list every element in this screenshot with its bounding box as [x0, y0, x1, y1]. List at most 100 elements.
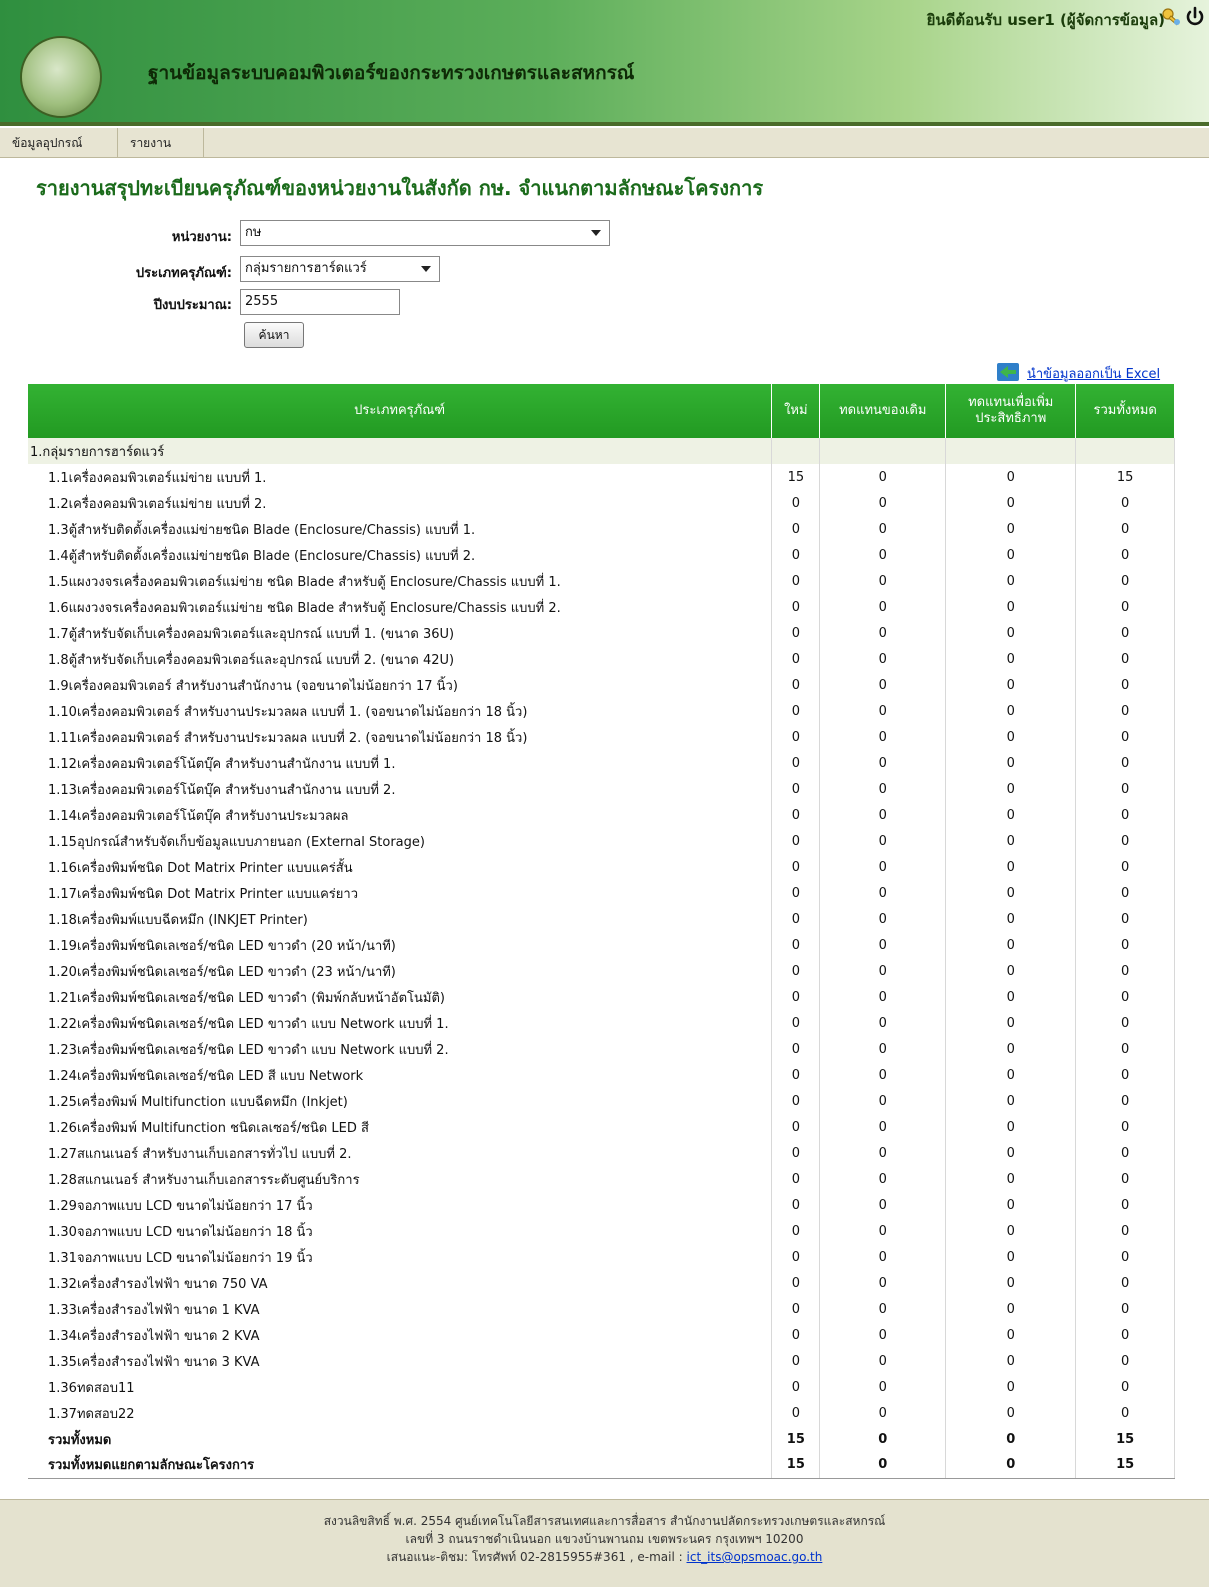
table-row: 1.1เครื่องคอมพิวเตอร์แม่ข่าย แบบที่ 1. 15…: [28, 464, 1175, 490]
total-count-cell: 0: [1075, 1062, 1175, 1088]
table-row: 1.18เครื่องพิมพ์แบบฉีดหมึก (INKJET Print…: [28, 906, 1175, 932]
new-count-cell: 0: [771, 906, 821, 932]
new-count-cell: 0: [771, 828, 821, 854]
efficiency-count-cell: 0: [945, 1192, 1077, 1218]
power-icon[interactable]: [1184, 6, 1206, 28]
excel-export-icon[interactable]: [996, 362, 1022, 382]
new-count-cell: 0: [771, 1244, 821, 1270]
new-count-cell: 0: [771, 1348, 821, 1374]
replace-count-cell: 0: [819, 1062, 947, 1088]
efficiency-count-cell: 0: [945, 620, 1077, 646]
fiscal-year-input[interactable]: 2555: [240, 289, 400, 315]
efficiency-count-cell: 0: [945, 1010, 1077, 1036]
efficiency-count-cell: 0: [945, 594, 1077, 620]
new-count-cell: 0: [771, 1400, 821, 1426]
footer-contact: เสนอแนะ-ติชม: โทรศัพท์ 02-2815955#361 , …: [0, 1548, 1209, 1566]
new-count-cell: 0: [771, 724, 821, 750]
efficiency-count-cell: 0: [945, 880, 1077, 906]
total-count-cell: 15: [1075, 1452, 1175, 1479]
fiscal-year-label: ปีงบประมาณ:: [153, 298, 232, 313]
total-count-cell: 0: [1075, 854, 1175, 880]
table-row: 1.30จอภาพแบบ LCD ขนาดไม่น้อยกว่า 18 นิ้ว…: [28, 1218, 1175, 1244]
replace-count-cell: 0: [819, 1036, 947, 1062]
replace-count-cell: 0: [819, 984, 947, 1010]
efficiency-count-cell: 0: [945, 646, 1077, 672]
table-row: 1.33เครื่องสำรองไฟฟ้า ขนาด 1 KVA 0 0 0 0: [28, 1296, 1175, 1322]
item-name-cell: 1.4ตู้สำหรับติดตั้งเครื่องแม่ข่ายชนิด Bl…: [28, 542, 773, 568]
total-count-cell: 0: [1075, 1348, 1175, 1374]
item-name-cell: 1.28สแกนเนอร์ สำหรับงานเก็บเอกสารระดับศู…: [28, 1166, 773, 1192]
item-name-cell: 1.14เครื่องคอมพิวเตอร์โน้ตบุ๊ค สำหรับงาน…: [28, 802, 773, 828]
item-name-cell: 1.21เครื่องพิมพ์ชนิดเลเซอร์/ชนิด LED ขาว…: [28, 984, 773, 1010]
efficiency-count-cell: 0: [945, 1114, 1077, 1140]
new-count-cell: 0: [771, 698, 821, 724]
replace-count-cell: 0: [819, 1010, 947, 1036]
item-name-cell: 1.26เครื่องพิมพ์ Multifunction ชนิดเลเซอ…: [28, 1114, 773, 1140]
replace-count-cell: 0: [819, 1140, 947, 1166]
table-row: 1.23เครื่องพิมพ์ชนิดเลเซอร์/ชนิด LED ขาว…: [28, 1036, 1175, 1062]
replace-count-cell: 0: [819, 776, 947, 802]
chevron-down-icon: [591, 230, 601, 236]
table-row: 1.12เครื่องคอมพิวเตอร์โน้ตบุ๊ค สำหรับงาน…: [28, 750, 1175, 776]
table-row: 1.34เครื่องสำรองไฟฟ้า ขนาด 2 KVA 0 0 0 0: [28, 1322, 1175, 1348]
main-menu: ข้อมูลอุปกรณ์ รายงาน: [0, 128, 1209, 158]
efficiency-count-cell: 0: [945, 1296, 1077, 1322]
replace-count-cell: 0: [819, 1296, 947, 1322]
new-count-cell: 0: [771, 1374, 821, 1400]
agency-select[interactable]: กษ: [240, 220, 610, 246]
efficiency-count-cell: 0: [945, 932, 1077, 958]
efficiency-count-cell: 0: [945, 1088, 1077, 1114]
menu-item-equipment[interactable]: ข้อมูลอุปกรณ์: [0, 128, 118, 158]
col-header-new: ใหม่: [771, 384, 821, 438]
item-name-cell: 1.5แผงวงจรเครื่องคอมพิวเตอร์แม่ข่าย ชนิด…: [28, 568, 773, 594]
replace-count-cell: 0: [819, 1270, 947, 1296]
equipment-type-select[interactable]: กลุ่มรายการฮาร์ดแวร์: [240, 256, 440, 282]
replace-count-cell: 0: [819, 1322, 947, 1348]
table-row: 1.24เครื่องพิมพ์ชนิดเลเซอร์/ชนิด LED สี …: [28, 1062, 1175, 1088]
menu-item-reports[interactable]: รายงาน: [118, 128, 204, 158]
item-name-cell: 1.25เครื่องพิมพ์ Multifunction แบบฉีดหมึ…: [28, 1088, 773, 1114]
table-row: 1.22เครื่องพิมพ์ชนิดเลเซอร์/ชนิด LED ขาว…: [28, 1010, 1175, 1036]
new-count-cell: 0: [771, 1296, 821, 1322]
item-name-cell: 1.34เครื่องสำรองไฟฟ้า ขนาด 2 KVA: [28, 1322, 773, 1348]
total-count-cell: 15: [1075, 464, 1175, 490]
total-count-cell: 0: [1075, 542, 1175, 568]
efficiency-count-cell: 0: [945, 490, 1077, 516]
total-count-cell: 0: [1075, 1036, 1175, 1062]
total-count-cell: 0: [1075, 1270, 1175, 1296]
site-header: ยินดีต้อนรับ user1 (ผู้จัดการข้อมูล) ฐาน…: [0, 0, 1209, 122]
table-row: 1.16เครื่องพิมพ์ชนิด Dot Matrix Printer …: [28, 854, 1175, 880]
item-name-cell: 1.19เครื่องพิมพ์ชนิดเลเซอร์/ชนิด LED ขาว…: [28, 932, 773, 958]
table-row: 1.21เครื่องพิมพ์ชนิดเลเซอร์/ชนิด LED ขาว…: [28, 984, 1175, 1010]
efficiency-count-cell: 0: [945, 906, 1077, 932]
efficiency-count-cell: 0: [945, 542, 1077, 568]
efficiency-count-cell: 0: [945, 1218, 1077, 1244]
total-count-cell: 0: [1075, 1114, 1175, 1140]
table-row: 1.5แผงวงจรเครื่องคอมพิวเตอร์แม่ข่าย ชนิด…: [28, 568, 1175, 594]
item-name-cell: 1.23เครื่องพิมพ์ชนิดเลเซอร์/ชนิด LED ขาว…: [28, 1036, 773, 1062]
new-count-cell: 0: [771, 1192, 821, 1218]
efficiency-count-cell: 0: [945, 984, 1077, 1010]
search-button[interactable]: ค้นหา: [244, 322, 304, 348]
item-name-cell: 1.6แผงวงจรเครื่องคอมพิวเตอร์แม่ข่าย ชนิด…: [28, 594, 773, 620]
site-title: ฐานข้อมูลระบบคอมพิวเตอร์ของกระทรวงเกษตรแ…: [148, 62, 635, 84]
item-name-cell: 1.20เครื่องพิมพ์ชนิดเลเซอร์/ชนิด LED ขาว…: [28, 958, 773, 984]
new-count-cell: 0: [771, 568, 821, 594]
efficiency-count-cell: 0: [945, 854, 1077, 880]
footer-copyright: สงวนลิขสิทธิ์ พ.ศ. 2554 ศูนย์เทคโนโลยีสา…: [323, 1514, 886, 1528]
replace-count-cell: 0: [819, 1244, 947, 1270]
total-count-cell: 0: [1075, 1192, 1175, 1218]
replace-count-cell: 0: [819, 490, 947, 516]
replace-count-cell: 0: [819, 1348, 947, 1374]
new-count-cell: 0: [771, 516, 821, 542]
footer-email-link[interactable]: ict_its@opsmoac.go.th: [687, 1550, 823, 1564]
agency-value: กษ: [245, 225, 262, 240]
export-excel-link[interactable]: นำข้อมูลออกเป็น Excel: [1027, 363, 1160, 384]
total-count-cell: 0: [1075, 958, 1175, 984]
key-icon[interactable]: [1161, 6, 1183, 28]
item-name-cell: 1.27สแกนเนอร์ สำหรับงานเก็บเอกสารทั่วไป …: [28, 1140, 773, 1166]
report-table: ประเภทครุภัณฑ์ ใหม่ ทดแทนของเดิม ทดแทนเพ…: [28, 384, 1175, 1479]
group-row: 1.กลุ่มรายการฮาร์ดแวร์: [28, 438, 1175, 464]
new-count-cell: 0: [771, 750, 821, 776]
new-count-cell: 0: [771, 1140, 821, 1166]
